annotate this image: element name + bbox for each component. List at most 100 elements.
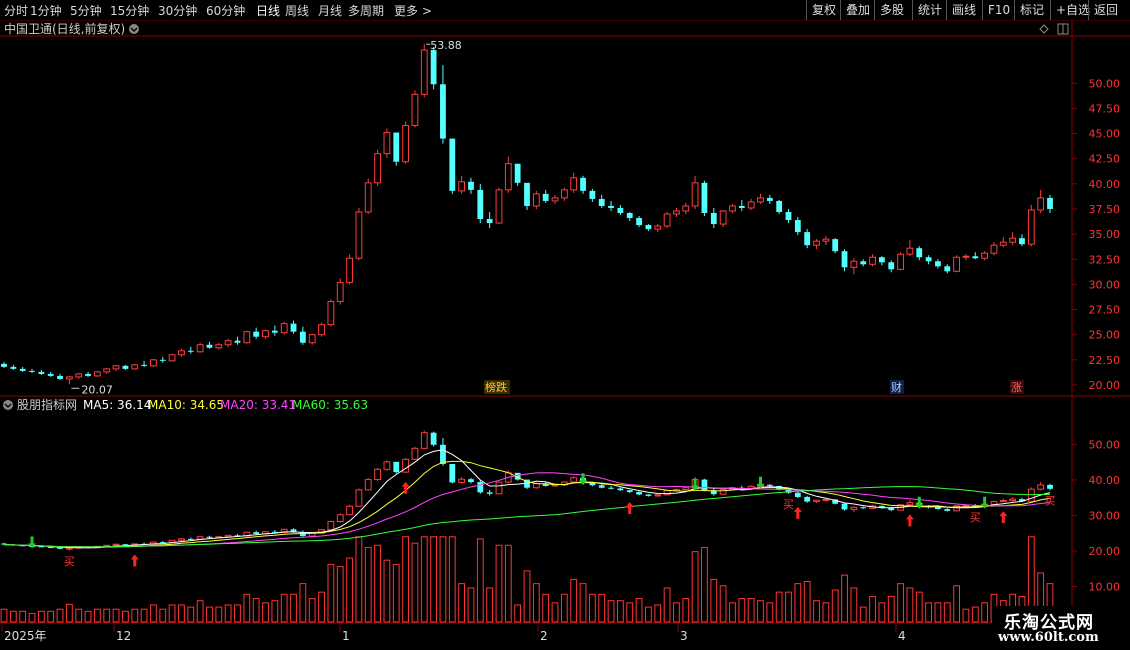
price-candle[interactable] [318, 324, 325, 336]
indicator-candle[interactable] [1009, 498, 1017, 502]
indicator-candle[interactable] [253, 532, 260, 534]
price-candle[interactable] [420, 49, 428, 95]
indicator-candle[interactable] [962, 505, 970, 508]
indicator-candle[interactable] [608, 487, 614, 489]
period-tab-4[interactable]: 30分钟 [158, 2, 197, 19]
price-candle[interactable] [850, 260, 858, 268]
indicator-candle[interactable] [804, 496, 811, 502]
price-candle[interactable] [47, 373, 54, 376]
indicator-candle[interactable] [1037, 484, 1045, 490]
price-candle[interactable] [999, 241, 1007, 246]
toolbar-button-5[interactable]: F10 [982, 0, 1015, 20]
indicator-candle[interactable] [355, 489, 363, 507]
price-candle[interactable] [374, 153, 381, 184]
price-candle[interactable] [925, 257, 932, 262]
indicator-candle[interactable] [420, 432, 428, 449]
price-candle[interactable] [19, 368, 26, 371]
indicator-candle[interactable] [636, 492, 642, 495]
indicator-candle[interactable] [626, 490, 633, 493]
indicator-candle[interactable] [663, 490, 671, 496]
indicator-candle[interactable] [187, 538, 194, 540]
price-candle[interactable] [953, 256, 961, 272]
indicator-candle[interactable] [860, 507, 867, 509]
price-candle[interactable] [262, 330, 269, 338]
toolbar-button-1[interactable]: 叠加 [840, 0, 875, 20]
price-candle[interactable] [85, 373, 91, 376]
price-candle[interactable] [598, 198, 605, 206]
diamond-icon[interactable] [1039, 24, 1049, 34]
price-candle[interactable] [822, 238, 830, 242]
indicator-candle[interactable] [364, 479, 372, 491]
price-candle[interactable] [504, 163, 512, 191]
price-candle[interactable] [888, 262, 895, 270]
indicator-candle[interactable] [477, 482, 484, 493]
price-candle[interactable] [832, 239, 839, 252]
period-tab-7[interactable]: 周线 [285, 2, 309, 19]
price-candle[interactable] [224, 340, 232, 346]
indicator-title-dropdown-icon[interactable] [3, 400, 13, 410]
price-candle[interactable] [1019, 238, 1025, 245]
price-candle[interactable] [93, 371, 101, 377]
price-candle[interactable] [719, 210, 727, 225]
period-tab-8[interactable]: 月线 [318, 2, 342, 19]
price-candle[interactable] [196, 344, 204, 353]
indicator-candle[interactable] [47, 547, 54, 549]
price-candle[interactable] [944, 266, 951, 272]
indicator-candle[interactable] [551, 484, 559, 487]
price-candle[interactable] [411, 93, 419, 126]
price-candle[interactable] [327, 300, 335, 326]
price-candle[interactable] [580, 177, 586, 191]
price-candle[interactable] [234, 340, 241, 343]
indicator-candle[interactable] [411, 447, 419, 460]
price-candle[interactable] [804, 232, 811, 246]
toolbar-button-4[interactable]: 画线 [946, 0, 981, 20]
price-candle[interactable] [981, 252, 989, 259]
indicator-candle[interactable] [813, 499, 820, 503]
toolbar-button-6[interactable]: 标记 [1014, 0, 1049, 20]
indicator-candle[interactable] [617, 488, 624, 491]
indicator-candle[interactable] [327, 520, 335, 531]
period-tab-5[interactable]: 60分钟 [206, 2, 245, 19]
price-candle[interactable] [636, 218, 642, 226]
price-candle[interactable] [57, 375, 63, 379]
price-candle[interactable] [757, 197, 764, 203]
chart-canvas[interactable]: 50.00 47.50 45.00 42.50 40.00 37.50 35.00 32.50… [0, 20, 1130, 650]
indicator-candle[interactable] [682, 487, 690, 491]
price-candle[interactable] [112, 365, 120, 370]
toolbar-button-0[interactable]: 复权 [806, 0, 841, 20]
price-candle[interactable] [1, 363, 7, 367]
price-candle[interactable] [495, 189, 503, 224]
price-candle[interactable] [103, 368, 111, 373]
indicator-candle[interactable] [850, 506, 858, 510]
indicator-candle[interactable] [794, 492, 801, 497]
price-candle[interactable] [626, 212, 633, 219]
price-candle[interactable] [962, 255, 970, 258]
price-candle[interactable] [122, 365, 129, 369]
price-candle[interactable] [131, 364, 139, 370]
price-candle[interactable] [38, 371, 45, 374]
indicator-candle[interactable] [1047, 484, 1053, 489]
price-candle[interactable] [729, 205, 736, 212]
price-candle[interactable] [524, 182, 530, 206]
price-candle[interactable] [393, 132, 400, 162]
price-candle[interactable] [477, 189, 484, 220]
price-candle[interactable] [383, 132, 391, 155]
indicator-candle[interactable] [57, 547, 63, 549]
indicator-candle[interactable] [701, 479, 708, 491]
price-candle[interactable] [1047, 197, 1053, 209]
price-candle[interactable] [430, 50, 437, 85]
price-candle[interactable] [440, 84, 446, 139]
price-candle[interactable] [990, 244, 998, 254]
price-candle[interactable] [1037, 197, 1045, 211]
indicator-candle[interactable] [122, 544, 129, 546]
price-candle[interactable] [813, 240, 820, 246]
price-candle[interactable] [878, 257, 885, 263]
price-candle[interactable] [449, 138, 456, 191]
price-candle[interactable] [253, 331, 260, 337]
price-candle[interactable] [906, 247, 914, 255]
indicator-candle[interactable] [944, 509, 951, 511]
price-candle[interactable] [141, 364, 147, 366]
price-candle[interactable] [280, 323, 288, 334]
price-candle[interactable] [458, 181, 466, 192]
price-candle[interactable] [486, 219, 493, 224]
